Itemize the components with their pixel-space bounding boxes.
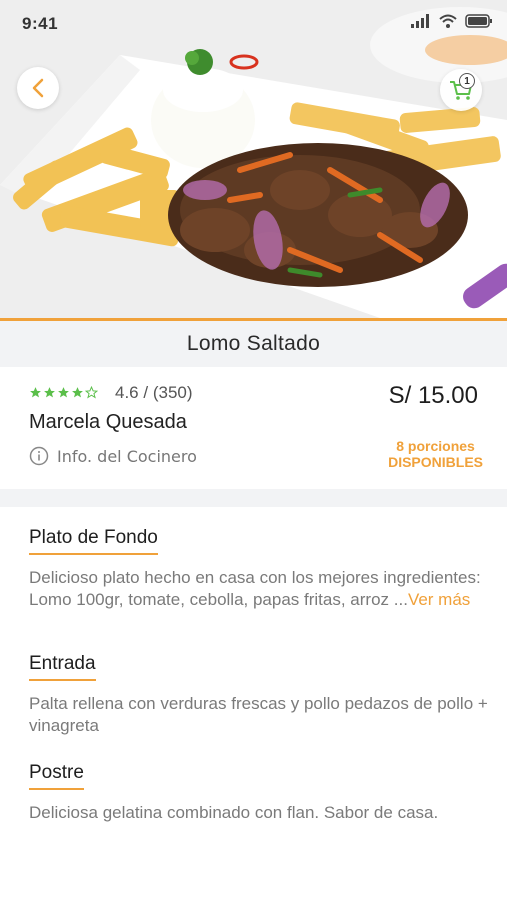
star-icon bbox=[30, 387, 41, 398]
availability-status: DISPONIBLES bbox=[388, 454, 483, 470]
dish-title-bar: Lomo Saltado bbox=[0, 321, 507, 367]
star-icon bbox=[72, 387, 83, 398]
section-plato-de-fondo: Plato de Fondo Delicioso plato hecho en … bbox=[29, 527, 489, 611]
star-icon bbox=[44, 387, 55, 398]
rating-separator: / bbox=[143, 383, 149, 402]
info-icon bbox=[29, 446, 49, 466]
section-description: Delicioso plato hecho en casa con los me… bbox=[29, 567, 489, 611]
rating-text: 4.6 / (350) bbox=[115, 383, 193, 403]
back-chevron-icon bbox=[32, 78, 44, 98]
rating-value: 4.6 bbox=[115, 383, 139, 402]
star-empty-icon bbox=[85, 386, 98, 399]
section-description: Palta rellena con verduras frescas y pol… bbox=[29, 694, 488, 735]
battery-icon bbox=[465, 14, 492, 28]
cook-info-link[interactable]: Info. del Cocinero bbox=[29, 446, 197, 466]
portions-count: 8 porciones bbox=[396, 438, 475, 454]
availability: 8 porciones DISPONIBLES bbox=[388, 438, 483, 470]
section-entrada: Entrada Palta rellena con verduras fresc… bbox=[29, 653, 489, 737]
rating-stars bbox=[29, 386, 98, 399]
cook-info-label[interactable]: Info. del Cocinero bbox=[57, 447, 197, 466]
dish-title: Lomo Saltado bbox=[186, 332, 321, 355]
signal-icon bbox=[411, 14, 429, 28]
section-title: Plato de Fondo bbox=[29, 527, 158, 548]
section-description: Deliciosa gelatina combinado con flan. S… bbox=[29, 803, 439, 822]
section-underline bbox=[29, 679, 96, 681]
back-button[interactable] bbox=[17, 67, 59, 109]
section-postre: Postre Deliciosa gelatina combinado con … bbox=[29, 762, 489, 824]
section-underline bbox=[29, 553, 158, 555]
cart-count-badge[interactable]: 1 bbox=[459, 73, 475, 89]
status-time: 9:41 bbox=[22, 14, 59, 33]
section-title: Entrada bbox=[29, 653, 96, 674]
wifi-icon bbox=[439, 14, 457, 28]
ver-mas-link[interactable]: Ver más bbox=[408, 590, 470, 609]
star-icon bbox=[58, 387, 69, 398]
dish-price: S/ 15.00 bbox=[388, 382, 478, 409]
status-bar: 9:41 bbox=[0, 0, 507, 44]
section-underline bbox=[29, 788, 84, 790]
dish-photo bbox=[0, 0, 507, 318]
rating-count: (350) bbox=[152, 383, 193, 402]
section-title: Postre bbox=[29, 762, 84, 783]
dish-illustration bbox=[0, 0, 507, 318]
section-divider bbox=[0, 489, 507, 507]
cook-name: Marcela Quesada bbox=[29, 411, 187, 433]
dish-info-card: 4.6 / (350) Marcela Quesada Info. del Co… bbox=[0, 367, 507, 489]
